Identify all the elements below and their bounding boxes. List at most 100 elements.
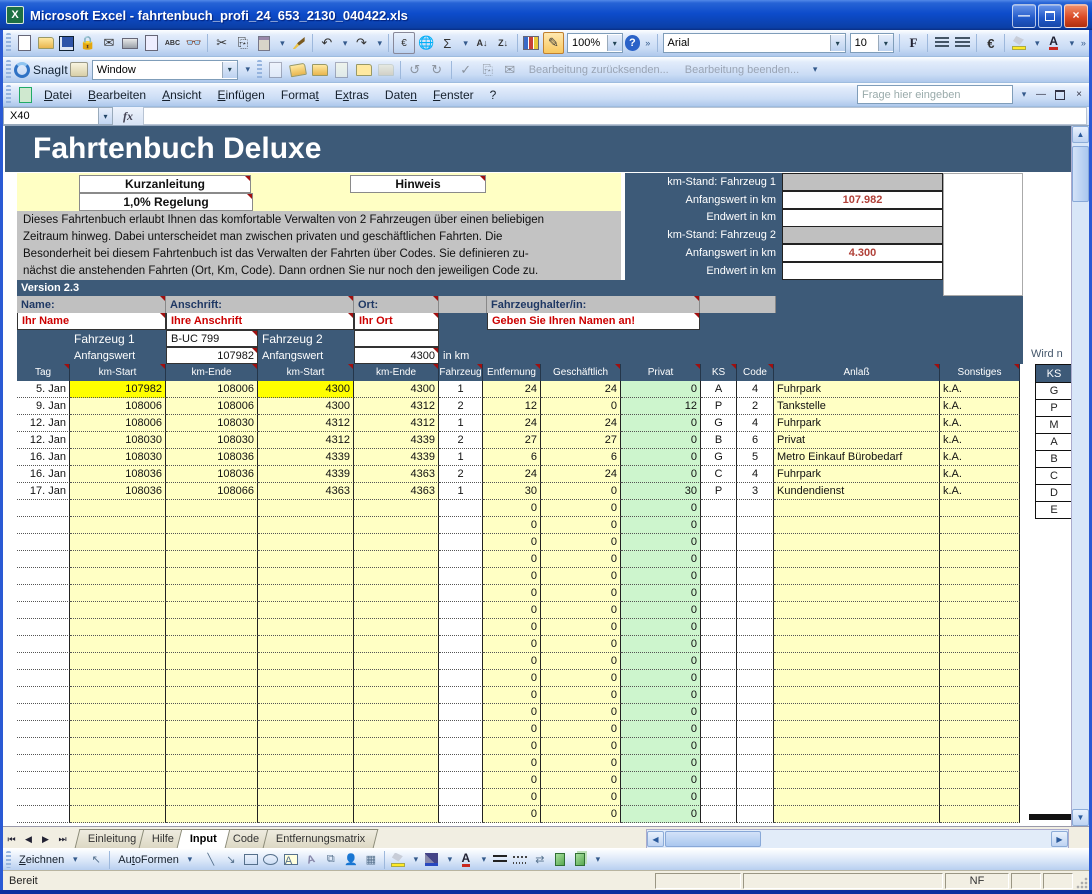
permission-icon[interactable]: 🔒 [78, 33, 97, 53]
table-cell[interactable]: 0 [541, 500, 621, 517]
table-cell[interactable] [701, 602, 737, 619]
table-cell[interactable]: 108030 [70, 432, 166, 449]
table-cell[interactable] [940, 517, 1020, 534]
end-review-button[interactable]: Bearbeitung beenden... [685, 64, 799, 76]
table-cell[interactable]: 24 [483, 415, 541, 432]
table-cell[interactable] [940, 602, 1020, 619]
table-cell[interactable]: 12 [483, 398, 541, 415]
table-cell[interactable]: 0 [483, 755, 541, 772]
table-cell[interactable] [940, 806, 1020, 823]
table-cell[interactable] [70, 602, 166, 619]
euro-convert-icon[interactable]: € [393, 32, 414, 54]
table-cell[interactable] [258, 585, 354, 602]
table-cell[interactable] [940, 636, 1020, 653]
fill-color-dropdown-icon[interactable]: ▾ [410, 854, 422, 865]
menu-daten[interactable]: Daten [377, 85, 425, 105]
table-cell[interactable] [166, 500, 258, 517]
table-cell[interactable] [701, 653, 737, 670]
fill-color-dropdown-icon[interactable]: ▾ [1032, 38, 1043, 49]
table-cell[interactable]: 0 [541, 568, 621, 585]
table-cell[interactable] [701, 585, 737, 602]
table-cell[interactable] [940, 704, 1020, 721]
version-bar[interactable]: Version 2.3 [17, 280, 943, 296]
table-cell[interactable]: 0 [621, 500, 701, 517]
picture-icon[interactable]: ▦ [363, 853, 379, 867]
table-cell[interactable] [940, 653, 1020, 670]
table-cell[interactable] [17, 585, 70, 602]
undo-icon[interactable]: ↶ [317, 33, 336, 53]
table-cell[interactable] [354, 806, 439, 823]
table-cell[interactable]: 0 [621, 534, 701, 551]
owner-label-cell[interactable]: Fahrzeughalter/in: [487, 296, 700, 313]
review-new-comment-icon[interactable] [266, 60, 286, 80]
drawbar-overflow-icon[interactable]: ▾ [592, 854, 604, 865]
table-cell[interactable] [439, 551, 483, 568]
table-cell[interactable] [166, 738, 258, 755]
table-cell[interactable] [354, 721, 439, 738]
table-cell[interactable] [258, 534, 354, 551]
question-dropdown-icon[interactable]: ▾ [1018, 89, 1030, 100]
table-cell[interactable] [701, 755, 737, 772]
table-cell[interactable] [17, 704, 70, 721]
ks-legend-cell[interactable]: B [1035, 451, 1073, 468]
wordart-icon[interactable]: A [301, 851, 320, 869]
table-cell[interactable]: 0 [541, 687, 621, 704]
table-cell[interactable] [258, 789, 354, 806]
review-prev-change-icon[interactable]: ↺ [405, 60, 425, 80]
menu-fenster[interactable]: Fenster [425, 85, 482, 105]
column-header[interactable]: Privat [621, 364, 701, 381]
table-cell[interactable]: 24 [541, 381, 621, 398]
column-header[interactable]: Fahrzeug [439, 364, 483, 381]
table-cell[interactable] [166, 687, 258, 704]
table-cell[interactable] [940, 500, 1020, 517]
table-cell[interactable]: 1 [439, 415, 483, 432]
table-cell[interactable]: k.A. [940, 449, 1020, 466]
vehicle-dark-spacer[interactable] [17, 347, 70, 364]
table-cell[interactable]: 1 [439, 449, 483, 466]
table-cell[interactable]: 1 [439, 381, 483, 398]
table-cell[interactable]: k.A. [940, 483, 1020, 500]
table-cell[interactable] [258, 653, 354, 670]
table-cell[interactable]: B [701, 432, 737, 449]
rectangle-icon[interactable] [243, 853, 259, 867]
table-cell[interactable] [70, 755, 166, 772]
next-sheet-icon[interactable]: ▶ [37, 830, 54, 848]
restore-button[interactable] [1038, 4, 1062, 28]
table-cell[interactable] [774, 806, 940, 823]
description-text[interactable]: Dieses Fahrtenbuch erlaubt Ihnen das kom… [17, 211, 621, 280]
table-cell[interactable] [70, 670, 166, 687]
format-painter-icon[interactable] [289, 33, 308, 53]
menu-einfgen[interactable]: Einfügen [209, 85, 272, 105]
table-cell[interactable] [70, 551, 166, 568]
column-header[interactable]: Geschäftlich [541, 364, 621, 381]
table-cell[interactable] [737, 602, 774, 619]
table-cell[interactable] [701, 551, 737, 568]
table-cell[interactable]: 24 [541, 466, 621, 483]
chart-wizard-icon[interactable] [522, 33, 541, 53]
table-cell[interactable] [774, 687, 940, 704]
name-value-cell[interactable]: Ihr Name [17, 313, 166, 330]
table-cell[interactable]: 4339 [258, 449, 354, 466]
table-cell[interactable]: 2 [439, 398, 483, 415]
table-cell[interactable]: 0 [541, 704, 621, 721]
ks-legend-cell[interactable]: G [1035, 383, 1073, 400]
table-cell[interactable]: 0 [483, 653, 541, 670]
table-cell[interactable] [737, 755, 774, 772]
table-cell[interactable] [166, 619, 258, 636]
table-cell[interactable] [737, 687, 774, 704]
review-attach-icon[interactable]: ✉ [500, 60, 520, 80]
ks-legend-cell[interactable]: C [1035, 468, 1073, 485]
table-cell[interactable] [701, 534, 737, 551]
km-panel-value-cell[interactable] [782, 262, 943, 280]
table-cell[interactable]: 2 [439, 432, 483, 449]
table-cell[interactable] [17, 517, 70, 534]
toolbar-overflow-icon[interactable]: » [642, 38, 653, 48]
table-cell[interactable]: 0 [483, 500, 541, 517]
table-cell[interactable]: 0 [541, 551, 621, 568]
table-cell[interactable]: 4363 [258, 483, 354, 500]
table-cell[interactable] [258, 738, 354, 755]
table-cell[interactable] [17, 619, 70, 636]
scroll-left-icon[interactable]: ◀ [647, 831, 664, 847]
table-cell[interactable]: 0 [621, 721, 701, 738]
owner-value-cell[interactable]: Geben Sie Ihren Namen an! [487, 313, 700, 330]
